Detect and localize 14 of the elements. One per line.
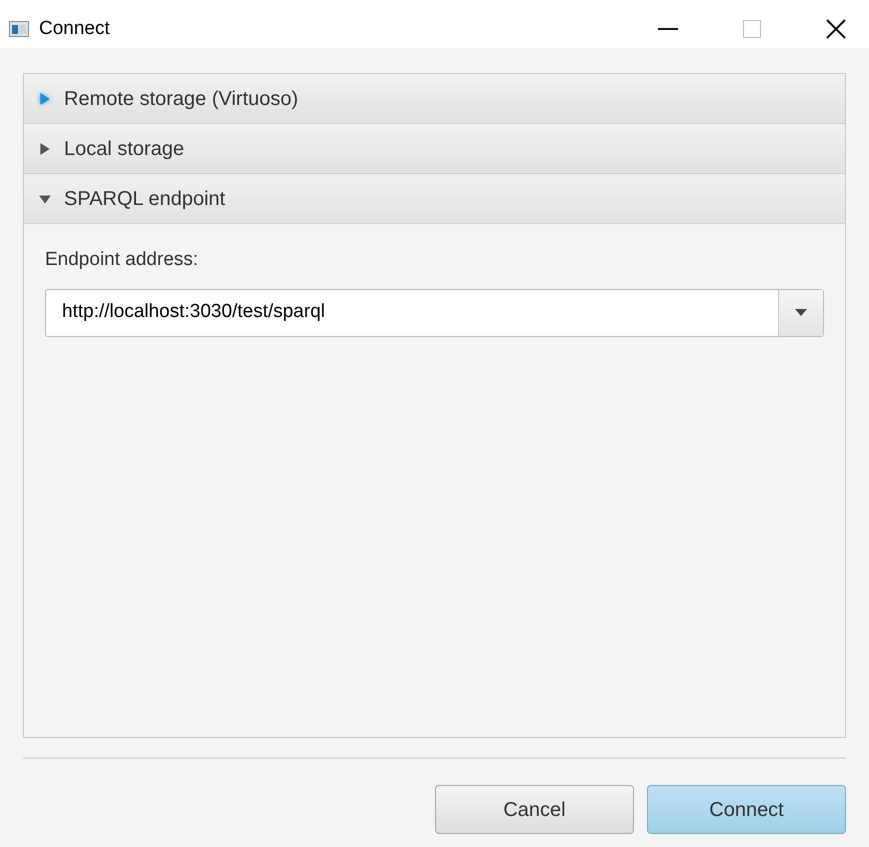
- minimize-icon: [658, 28, 678, 30]
- accordion-header[interactable]: Remote storage (Virtuoso): [24, 74, 845, 124]
- default-button[interactable]: Connect: [647, 785, 846, 834]
- dialog-button[interactable]: Cancel: [435, 785, 634, 834]
- accordion-header[interactable]: SPARQL endpoint: [24, 174, 845, 224]
- app-icon: [9, 21, 29, 37]
- field-label: Endpoint address:: [45, 248, 200, 272]
- close-icon: [826, 19, 846, 39]
- caret-icon: [795, 309, 807, 316]
- maximize-icon: [743, 20, 761, 38]
- window-title: Connect: [39, 16, 110, 41]
- endpoint-combo-box[interactable]: http://localhost:3030/test/sparql: [45, 288, 824, 336]
- accordion-header[interactable]: Local storage: [24, 124, 845, 174]
- dropdown-button[interactable]: [778, 290, 823, 336]
